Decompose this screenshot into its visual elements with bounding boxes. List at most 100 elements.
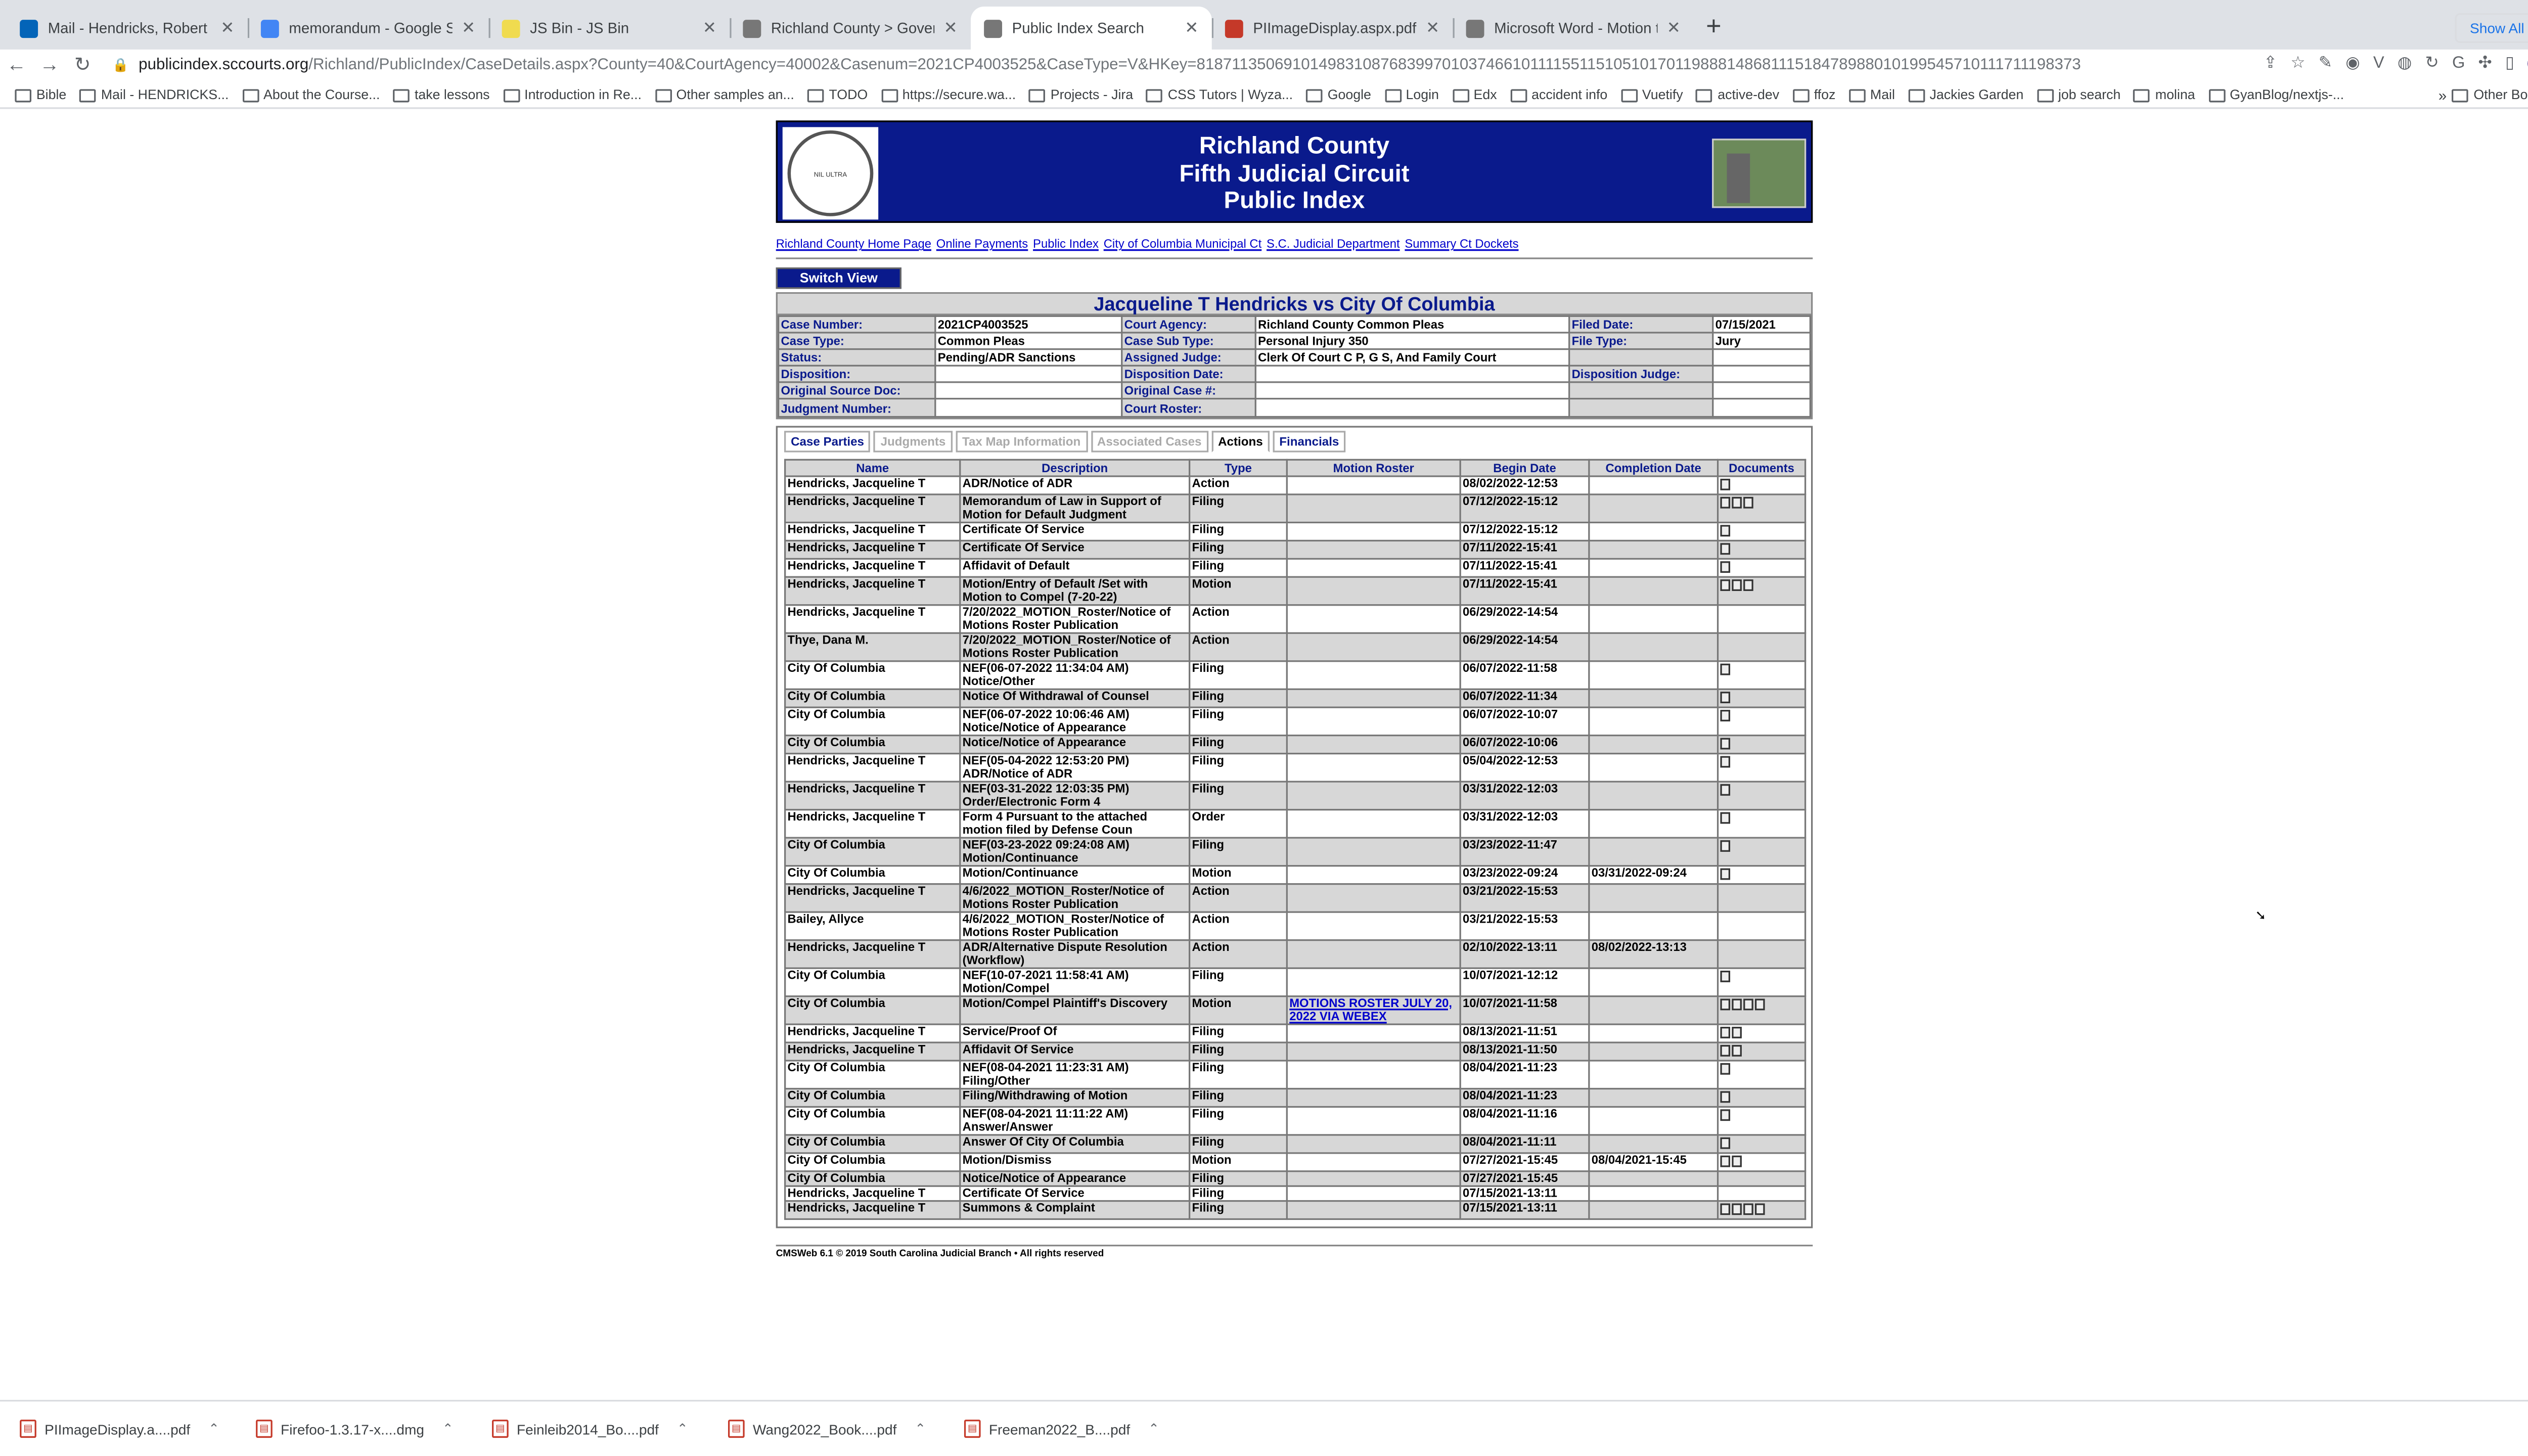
- document-icon[interactable]: [1720, 1155, 1731, 1167]
- document-icon[interactable]: [1720, 691, 1731, 703]
- download-item[interactable]: ▤ PIImageDisplay.a....pdf ⌃: [0, 1420, 236, 1438]
- document-icon[interactable]: [1720, 1090, 1731, 1102]
- document-icon[interactable]: [1720, 542, 1731, 554]
- document-icon[interactable]: [1743, 998, 1753, 1010]
- document-icon[interactable]: [1743, 578, 1753, 590]
- document-icon[interactable]: [1720, 478, 1731, 490]
- nav-link[interactable]: Public Index: [1033, 236, 1099, 251]
- bookmark-star-icon[interactable]: ☆: [2290, 55, 2305, 73]
- download-item[interactable]: ▤ Firefoo-1.3.17-x....dmg ⌃: [236, 1420, 472, 1438]
- document-icon[interactable]: [1720, 663, 1731, 675]
- document-icon[interactable]: [1720, 496, 1731, 508]
- document-icon[interactable]: [1720, 811, 1731, 823]
- sidepanel-icon[interactable]: ▯: [2505, 55, 2514, 73]
- share-icon[interactable]: ⇪: [2264, 55, 2277, 73]
- bookmark-item[interactable]: Vuetify: [1616, 87, 1688, 102]
- tab-close-icon[interactable]: ✕: [943, 19, 957, 37]
- tab-close-icon[interactable]: ✕: [1426, 19, 1439, 37]
- document-icon[interactable]: [1720, 1026, 1731, 1038]
- bookmark-item[interactable]: Google: [1301, 87, 1376, 102]
- extension-refresh-icon[interactable]: ↻: [2425, 55, 2439, 73]
- bookmark-item[interactable]: molina: [2129, 87, 2200, 102]
- document-icon[interactable]: [1720, 737, 1731, 749]
- bookmark-item[interactable]: Edx: [1447, 87, 1502, 102]
- show-all-downloads-button[interactable]: Show All: [2455, 13, 2528, 43]
- bookmark-item[interactable]: https://secure.wa...: [876, 87, 1021, 102]
- document-icon[interactable]: [1732, 1026, 1742, 1038]
- bookmark-item[interactable]: Mail: [1844, 87, 1900, 102]
- document-icon[interactable]: [1732, 578, 1742, 590]
- document-icon[interactable]: [1720, 1108, 1731, 1120]
- document-icon[interactable]: [1720, 560, 1731, 572]
- document-icon[interactable]: [1720, 709, 1731, 721]
- nav-link[interactable]: City of Columbia Municipal Ct: [1104, 236, 1262, 251]
- bookmark-item[interactable]: GyanBlog/nextjs-...: [2203, 87, 2349, 102]
- document-icon[interactable]: [1732, 1155, 1742, 1167]
- browser-tab[interactable]: Richland County > Governmen ✕: [730, 7, 971, 50]
- reload-icon[interactable]: ↻: [66, 53, 99, 76]
- download-menu-icon[interactable]: ⌃: [915, 1421, 926, 1436]
- forward-icon[interactable]: →: [33, 53, 66, 76]
- bookmark-item[interactable]: job search: [2032, 87, 2126, 102]
- browser-tab[interactable]: PIImageDisplay.aspx.pdf ✕: [1211, 7, 1453, 50]
- bookmark-item[interactable]: Projects - Jira: [1024, 87, 1138, 102]
- download-menu-icon[interactable]: ⌃: [677, 1421, 688, 1436]
- new-tab-button[interactable]: +: [1694, 7, 1733, 50]
- document-icon[interactable]: [1720, 755, 1731, 767]
- bookmark-item[interactable]: TODO: [802, 87, 873, 102]
- browser-tab[interactable]: Microsoft Word - Motion to Co ✕: [1453, 7, 1694, 50]
- download-item[interactable]: ▤ Freeman2022_B....pdf ⌃: [944, 1420, 1181, 1438]
- bookmark-item[interactable]: accident info: [1505, 87, 1612, 102]
- extension-g-icon[interactable]: G: [2452, 55, 2465, 73]
- document-icon[interactable]: [1732, 998, 1742, 1010]
- bookmark-item[interactable]: ffoz: [1787, 87, 1840, 102]
- nav-link[interactable]: Richland County Home Page: [776, 236, 931, 251]
- download-menu-icon[interactable]: ⌃: [442, 1421, 454, 1436]
- document-icon[interactable]: [1720, 868, 1731, 879]
- bookmark-item[interactable]: Jackies Garden: [1903, 87, 2028, 102]
- document-icon[interactable]: [1720, 578, 1731, 590]
- download-item[interactable]: ▤ Feinleib2014_Bo....pdf ⌃: [472, 1420, 708, 1438]
- document-icon[interactable]: [1720, 998, 1731, 1010]
- bookmark-item[interactable]: CSS Tutors | Wyza...: [1141, 87, 1297, 102]
- document-icon[interactable]: [1732, 1044, 1742, 1056]
- motion-roster[interactable]: MOTIONS ROSTER JULY 20, 2022 VIA WEBEX: [1286, 994, 1461, 1025]
- download-menu-icon[interactable]: ⌃: [208, 1421, 219, 1436]
- document-icon[interactable]: [1720, 1044, 1731, 1056]
- tab-close-icon[interactable]: ✕: [703, 19, 716, 37]
- bookmark-item[interactable]: Introduction in Re...: [498, 87, 647, 102]
- bookmark-item[interactable]: Mail - HENDRICKS...: [75, 87, 234, 102]
- bookmark-item[interactable]: Login: [1379, 87, 1443, 102]
- tab-actions[interactable]: Actions: [1211, 430, 1270, 452]
- document-icon[interactable]: [1720, 1136, 1731, 1149]
- tab-close-icon[interactable]: ✕: [1667, 19, 1681, 37]
- document-icon[interactable]: [1720, 970, 1731, 982]
- extension-v-icon[interactable]: V: [2373, 55, 2384, 73]
- address-bar[interactable]: 🔒 publicindex.sccourts.org/Richland/Publ…: [112, 50, 2192, 79]
- browser-tab[interactable]: JS Bin - JS Bin ✕: [488, 7, 730, 50]
- document-icon[interactable]: [1755, 1202, 1765, 1214]
- bookmark-item[interactable]: About the Course...: [237, 87, 385, 102]
- bookmark-item[interactable]: take lessons: [388, 87, 495, 102]
- document-icon[interactable]: [1720, 1202, 1731, 1214]
- extensions-puzzle-icon[interactable]: ✣: [2478, 55, 2492, 73]
- download-item[interactable]: ▤ Wang2022_Book....pdf ⌃: [708, 1420, 944, 1438]
- back-icon[interactable]: ←: [0, 53, 33, 76]
- document-icon[interactable]: [1720, 524, 1731, 536]
- document-icon[interactable]: [1720, 783, 1731, 795]
- nav-link[interactable]: Online Payments: [936, 236, 1028, 251]
- nav-link[interactable]: Summary Ct Dockets: [1405, 236, 1518, 251]
- bookmark-item[interactable]: Bible: [10, 87, 72, 102]
- tab-financials[interactable]: Financials: [1273, 430, 1346, 452]
- document-icon[interactable]: [1732, 496, 1742, 508]
- other-bookmarks[interactable]: Other Bookmarks: [2452, 87, 2528, 102]
- tab-close-icon[interactable]: ✕: [462, 19, 475, 37]
- document-icon[interactable]: [1743, 1202, 1753, 1214]
- browser-tab[interactable]: Mail - Hendricks, Robert - Outl ✕: [7, 7, 248, 50]
- browser-tab[interactable]: Public Index Search ✕: [970, 7, 1212, 50]
- tab-case-parties[interactable]: Case Parties: [784, 430, 871, 452]
- browser-tab[interactable]: memorandum - Google Search ✕: [247, 7, 489, 50]
- tab-close-icon[interactable]: ✕: [220, 19, 234, 37]
- switch-view-button[interactable]: Switch View: [776, 267, 901, 289]
- download-menu-icon[interactable]: ⌃: [1148, 1421, 1159, 1436]
